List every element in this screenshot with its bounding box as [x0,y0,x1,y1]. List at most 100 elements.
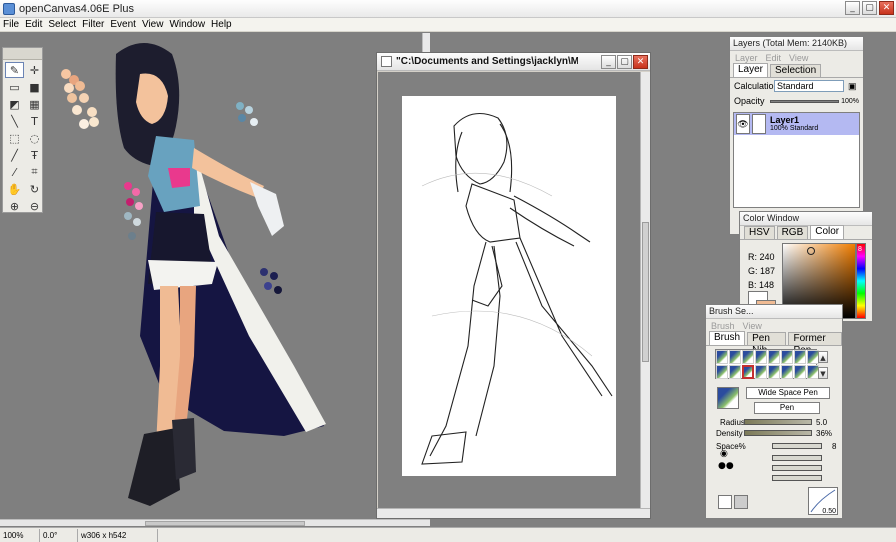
brush-scroll-down-icon[interactable]: ▼ [818,367,828,379]
calculation-select[interactable]: Standard [774,80,844,92]
scroll-thumb[interactable] [145,521,305,526]
option-slider-1[interactable] [772,455,822,461]
layer-properties-icon[interactable]: ▣ [848,81,857,92]
brush-preset-grid [715,349,819,379]
menu-edit[interactable]: Edit [22,19,45,30]
tab-selection[interactable]: Selection [770,64,822,77]
brush-scroll-up-icon[interactable]: ▲ [818,351,828,363]
radius-label: Radius [720,418,745,427]
brush-menu-view[interactable]: View [743,321,762,331]
option-slider-2[interactable] [772,465,822,471]
visibility-eye-icon[interactable]: 👁 [736,114,750,134]
hand-tool-icon[interactable]: ✋ [5,181,24,197]
preset-name-field[interactable]: Wide Space Pen [746,387,830,399]
red-value: R: 240 [748,252,775,262]
tools-panel-header[interactable] [3,48,42,60]
menu-help[interactable]: Help [208,19,235,30]
layers-panel-title[interactable]: Layers (Total Mem: 2140KB) [730,37,863,51]
zoom-in-tool-icon[interactable]: ⊕ [5,198,24,214]
layer-row[interactable]: 👁 Layer1 100% Standard [734,113,859,135]
line-tool-icon[interactable]: ╲ [5,113,24,129]
brush-preset[interactable] [768,365,780,379]
layer-name: Layer1 [770,115,800,125]
rect-select-tool-icon[interactable]: ⬚ [5,130,24,146]
doc-maximize-button[interactable]: ▢ [617,55,632,69]
brush-preset[interactable] [755,350,767,364]
layers-menu-layer[interactable]: Layer [735,53,758,63]
doc-scroll-thumb[interactable] [642,222,649,362]
brush-preset[interactable] [729,350,741,364]
gradient-tool-icon[interactable]: ▦ [25,96,44,112]
tab-color[interactable]: Color [810,225,845,239]
radius-slider[interactable] [744,419,812,425]
texture-swatch-1[interactable] [718,495,732,509]
maximize-button[interactable]: ▢ [862,1,877,15]
tab-former-pen[interactable]: Former Pen [788,332,842,356]
brush-preset[interactable] [755,365,767,379]
green-value: G: 187 [748,266,776,276]
hue-slider[interactable]: 8 [856,243,866,319]
main-horizontal-scrollbar[interactable] [0,519,430,526]
menu-file[interactable]: File [0,19,22,30]
brush-preset[interactable] [716,365,728,379]
pen-tool-icon[interactable]: ✎ [5,62,24,78]
pen-type-field[interactable]: Pen [754,402,820,414]
pressure-curve[interactable]: 0.50 [808,487,838,515]
brush-preset[interactable] [794,350,806,364]
eyedropper-tool-icon[interactable]: ⁄ [5,164,24,180]
brush-preset[interactable] [781,350,793,364]
dots-icon[interactable]: ●● [718,461,734,471]
rotate-tool-icon[interactable]: ↻ [25,181,44,197]
doc-close-button[interactable]: ✕ [633,55,648,69]
text-tool-icon[interactable]: T [25,113,44,129]
bucket-tool-icon[interactable]: ◩ [5,96,24,112]
brush-preset[interactable] [768,350,780,364]
tab-layer[interactable]: Layer [733,63,769,77]
minimize-button[interactable]: _ [845,1,860,15]
preview-eye-icon[interactable]: ◉ [720,449,728,459]
brush-preset[interactable] [742,350,754,364]
layers-menu-view[interactable]: View [789,53,808,63]
menu-view[interactable]: View [139,19,167,30]
doc-minimize-button[interactable]: _ [601,55,616,69]
opacity-label: Opacity [734,96,765,106]
document-canvas-area[interactable] [378,72,640,509]
tab-rgb[interactable]: RGB [776,226,809,239]
text-select-tool-icon[interactable]: Ŧ [25,147,44,163]
menu-filter[interactable]: Filter [79,19,107,30]
layers-menu-edit[interactable]: Edit [766,53,782,63]
menu-window[interactable]: Window [166,19,208,30]
brush-window-title[interactable]: Brush Se... [706,305,842,319]
document-horizontal-scrollbar[interactable] [377,508,650,518]
brush-preset[interactable] [729,365,741,379]
eraser-tool-icon[interactable]: ▭ [5,79,24,95]
menu-event[interactable]: Event [107,19,139,30]
zoom-out-tool-icon[interactable]: ⊖ [25,198,44,214]
menu-select[interactable]: Select [45,19,79,30]
tab-brush[interactable]: Brush [709,331,746,345]
brush-preset-selected[interactable] [742,365,754,379]
color-window-title[interactable]: Color Window [740,212,872,226]
layer-thumbnail [752,114,766,134]
brush-menu-brush[interactable]: Brush [711,321,735,331]
space-slider[interactable] [772,443,822,449]
sketch-page[interactable] [402,96,616,476]
brush-preset[interactable] [794,365,806,379]
close-button[interactable]: ✕ [879,1,894,15]
texture-swatch-2[interactable] [734,495,748,509]
density-slider[interactable] [744,430,812,436]
brush-preset[interactable] [716,350,728,364]
color-picker-marker[interactable] [807,247,815,255]
crop-tool-icon[interactable]: ⌗ [25,164,44,180]
move-tool-icon[interactable]: ✛ [25,62,44,78]
tab-pen-nib[interactable]: Pen Nib [747,332,787,356]
lasso-tool-icon[interactable]: ◌ [25,130,44,146]
document-title-bar[interactable]: "C:\Documents and Settings\jacklyn\My Do… [377,53,650,71]
opacity-slider[interactable] [769,99,840,103]
option-slider-3[interactable] [772,475,822,481]
knife-tool-icon[interactable]: ╱ [5,147,24,163]
brush-preset[interactable] [781,365,793,379]
tab-hsv[interactable]: HSV [744,226,775,239]
fill-tool-icon[interactable]: ■ [25,79,44,95]
document-vertical-scrollbar[interactable] [640,72,650,509]
